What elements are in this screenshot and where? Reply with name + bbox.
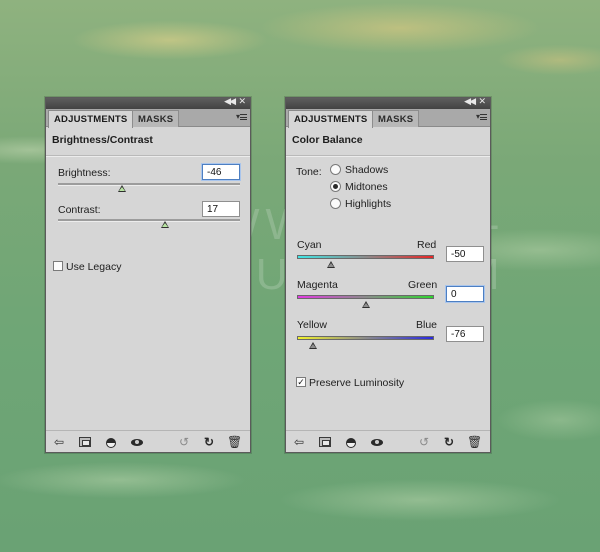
panel-titlebar[interactable]: ◀◀ ✕ xyxy=(46,96,250,109)
tone-label: Tone: xyxy=(296,166,322,178)
panel-footer: ⇦ ↺ ↻ 🗑 xyxy=(46,430,250,452)
divider xyxy=(286,155,490,157)
red-label: Red xyxy=(417,239,437,251)
double-left-arrow-icon[interactable]: ◀◀ xyxy=(224,96,236,107)
reset-icon[interactable]: ↻ xyxy=(442,435,456,449)
trash-icon[interactable]: 🗑 xyxy=(467,435,482,449)
tone-radio-shadows[interactable] xyxy=(330,164,341,175)
preserve-luminosity-checkbox[interactable]: ✓ xyxy=(296,377,306,387)
eye-icon[interactable] xyxy=(131,439,143,446)
close-icon[interactable]: ✕ xyxy=(238,96,246,107)
yellow-label: Yellow xyxy=(297,319,327,331)
brightness-slider-thumb[interactable] xyxy=(117,185,126,192)
magenta-green-slider-thumb[interactable] xyxy=(361,301,370,308)
view-previous-icon[interactable]: ↺ xyxy=(177,435,191,449)
yellow-blue-field[interactable]: -76 xyxy=(446,326,484,342)
cyan-red-field[interactable]: -50 xyxy=(446,246,484,262)
contrast-label: Contrast: xyxy=(58,204,101,216)
blue-label: Blue xyxy=(416,319,438,331)
tone-option-shadows: Shadows xyxy=(345,164,389,176)
tab-masks[interactable]: MASKS xyxy=(372,110,420,127)
preserve-luminosity-label: Preserve Luminosity xyxy=(309,377,405,389)
tab-adjustments[interactable]: ADJUSTMENTS xyxy=(48,110,134,128)
brightness-field[interactable]: -46 xyxy=(202,164,240,180)
tone-radio-midtones[interactable] xyxy=(330,181,341,192)
cyan-label: Cyan xyxy=(297,239,322,251)
panel-heading: Brightness/Contrast xyxy=(52,134,153,146)
cyan-red-slider-thumb[interactable] xyxy=(327,261,336,268)
panel-heading: Color Balance xyxy=(292,134,363,146)
back-arrow-icon[interactable]: ⇦ xyxy=(292,435,306,449)
contrast-slider-track[interactable] xyxy=(58,219,240,222)
visibility-toggle-icon[interactable] xyxy=(346,438,356,448)
yellow-blue-slider-track[interactable] xyxy=(297,336,434,340)
clip-to-layer-icon[interactable] xyxy=(319,437,331,447)
panel-tabbar: ADJUSTMENTS MASKS ▾ xyxy=(286,109,490,128)
divider xyxy=(46,155,250,157)
trash-icon[interactable]: 🗑 xyxy=(227,435,242,449)
brightness-label: Brightness: xyxy=(58,167,111,179)
use-legacy-checkbox[interactable] xyxy=(53,261,63,271)
tab-masks[interactable]: MASKS xyxy=(132,110,180,127)
panel-menu-icon[interactable]: ▾ xyxy=(236,112,247,121)
close-icon[interactable]: ✕ xyxy=(478,96,486,107)
magenta-green-field[interactable]: 0 xyxy=(446,286,484,302)
yellow-blue-slider-thumb[interactable] xyxy=(309,342,318,349)
view-previous-icon[interactable]: ↺ xyxy=(417,435,431,449)
panel-menu-icon[interactable]: ▾ xyxy=(476,112,487,121)
contrast-field[interactable]: 17 xyxy=(202,201,240,217)
adjustments-panel-color-balance: ◀◀ ✕ ADJUSTMENTS MASKS ▾ Color Balance T… xyxy=(285,96,491,453)
clip-to-layer-icon[interactable] xyxy=(79,437,91,447)
magenta-green-slider-track[interactable] xyxy=(297,295,434,299)
panel-titlebar[interactable]: ◀◀ ✕ xyxy=(286,96,490,109)
tone-radio-highlights[interactable] xyxy=(330,198,341,209)
panel-tabbar: ADJUSTMENTS MASKS ▾ xyxy=(46,109,250,128)
tone-option-highlights: Highlights xyxy=(345,198,392,210)
magenta-label: Magenta xyxy=(297,279,338,291)
back-arrow-icon[interactable]: ⇦ xyxy=(52,435,66,449)
eye-icon[interactable] xyxy=(371,439,383,446)
tone-option-midtones: Midtones xyxy=(345,181,388,193)
visibility-toggle-icon[interactable] xyxy=(106,438,116,448)
contrast-slider-thumb[interactable] xyxy=(161,221,170,228)
double-left-arrow-icon[interactable]: ◀◀ xyxy=(464,96,476,107)
green-label: Green xyxy=(408,279,438,291)
reset-icon[interactable]: ↻ xyxy=(202,435,216,449)
panel-footer: ⇦ ↺ ↻ 🗑 xyxy=(286,430,490,452)
brightness-slider-track[interactable] xyxy=(58,183,240,186)
cyan-red-slider-track[interactable] xyxy=(297,255,434,259)
adjustments-panel-brightness-contrast: ◀◀ ✕ ADJUSTMENTS MASKS ▾ Brightness/Cont… xyxy=(45,96,251,453)
tab-adjustments[interactable]: ADJUSTMENTS xyxy=(288,110,374,128)
use-legacy-label: Use Legacy xyxy=(66,261,122,273)
